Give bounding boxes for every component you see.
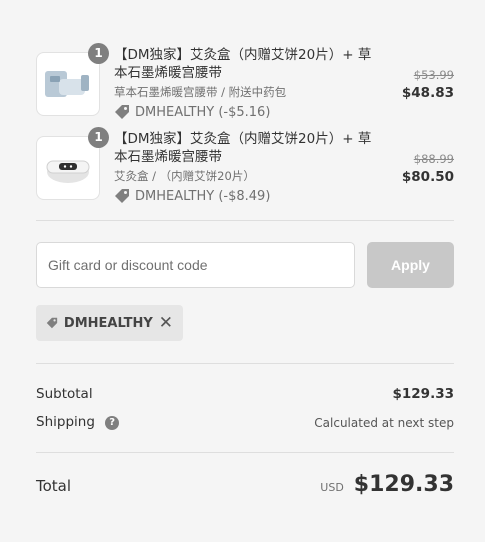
tag-icon	[46, 317, 58, 329]
product-title: 【DM独家】艾灸盒（内赠艾饼20片）+ 草本石墨烯暖宫腰带	[114, 131, 372, 165]
product-thumbnail: 1	[36, 43, 109, 116]
item-discount-label: DMHEALTHY (-$8.49)	[135, 188, 271, 204]
final-price: $48.83	[401, 85, 454, 101]
tag-icon	[115, 105, 129, 119]
shipping-row: Shipping ?	[36, 414, 120, 430]
total-price: USD $129.33	[320, 472, 454, 497]
original-price: $53.99	[413, 68, 454, 82]
moxibustion-box-icon	[46, 160, 90, 183]
belt-product-icon	[45, 71, 89, 97]
product-variant: 草本石墨烯暖宫腰带 / 附送中药包	[114, 85, 287, 99]
original-price: $88.99	[413, 152, 454, 166]
apply-button[interactable]: Apply	[367, 242, 454, 288]
item-discount-label: DMHEALTHY (-$5.16)	[135, 104, 271, 120]
total-label: Total	[36, 477, 72, 495]
subtotal-value: $129.33	[392, 386, 455, 402]
divider	[36, 220, 454, 221]
line-item: 1 【DM独家】艾灸盒（内赠艾饼20片）+ 草本石墨烯暖宫腰带 艾灸盒 / （内…	[36, 127, 454, 204]
divider	[36, 363, 454, 364]
subtotal-label: Subtotal	[36, 386, 93, 402]
quantity-badge: 1	[88, 43, 109, 64]
total-amount: $129.33	[353, 472, 454, 497]
product-variant: 艾灸盒 / （内赠艾饼20片）	[114, 169, 255, 183]
shipping-value: Calculated at next step	[314, 416, 454, 430]
currency-code: USD	[320, 481, 344, 494]
question-icon[interactable]: ?	[105, 416, 120, 430]
discount-code-input[interactable]	[36, 242, 355, 288]
item-discount: DMHEALTHY (-$5.16)	[114, 104, 270, 120]
applied-discount-code: DMHEALTHY	[63, 315, 153, 331]
quantity-badge: 1	[88, 127, 109, 148]
remove-discount-icon[interactable]: ✕	[159, 314, 173, 332]
product-thumbnail: 1	[36, 127, 109, 200]
product-title: 【DM独家】艾灸盒（内赠艾饼20片）+ 草本石墨烯暖宫腰带	[114, 47, 372, 81]
divider	[36, 452, 454, 453]
applied-discount-chip: DMHEALTHY ✕	[36, 305, 183, 341]
final-price: $80.50	[401, 169, 454, 185]
line-item: 1 【DM独家】艾灸盒（内赠艾饼20片）+ 草本石墨烯暖宫腰带 草本石墨烯暖宫腰…	[36, 43, 454, 120]
tag-icon	[115, 189, 129, 203]
item-discount: DMHEALTHY (-$8.49)	[114, 188, 270, 204]
shipping-label: Shipping	[36, 414, 95, 430]
